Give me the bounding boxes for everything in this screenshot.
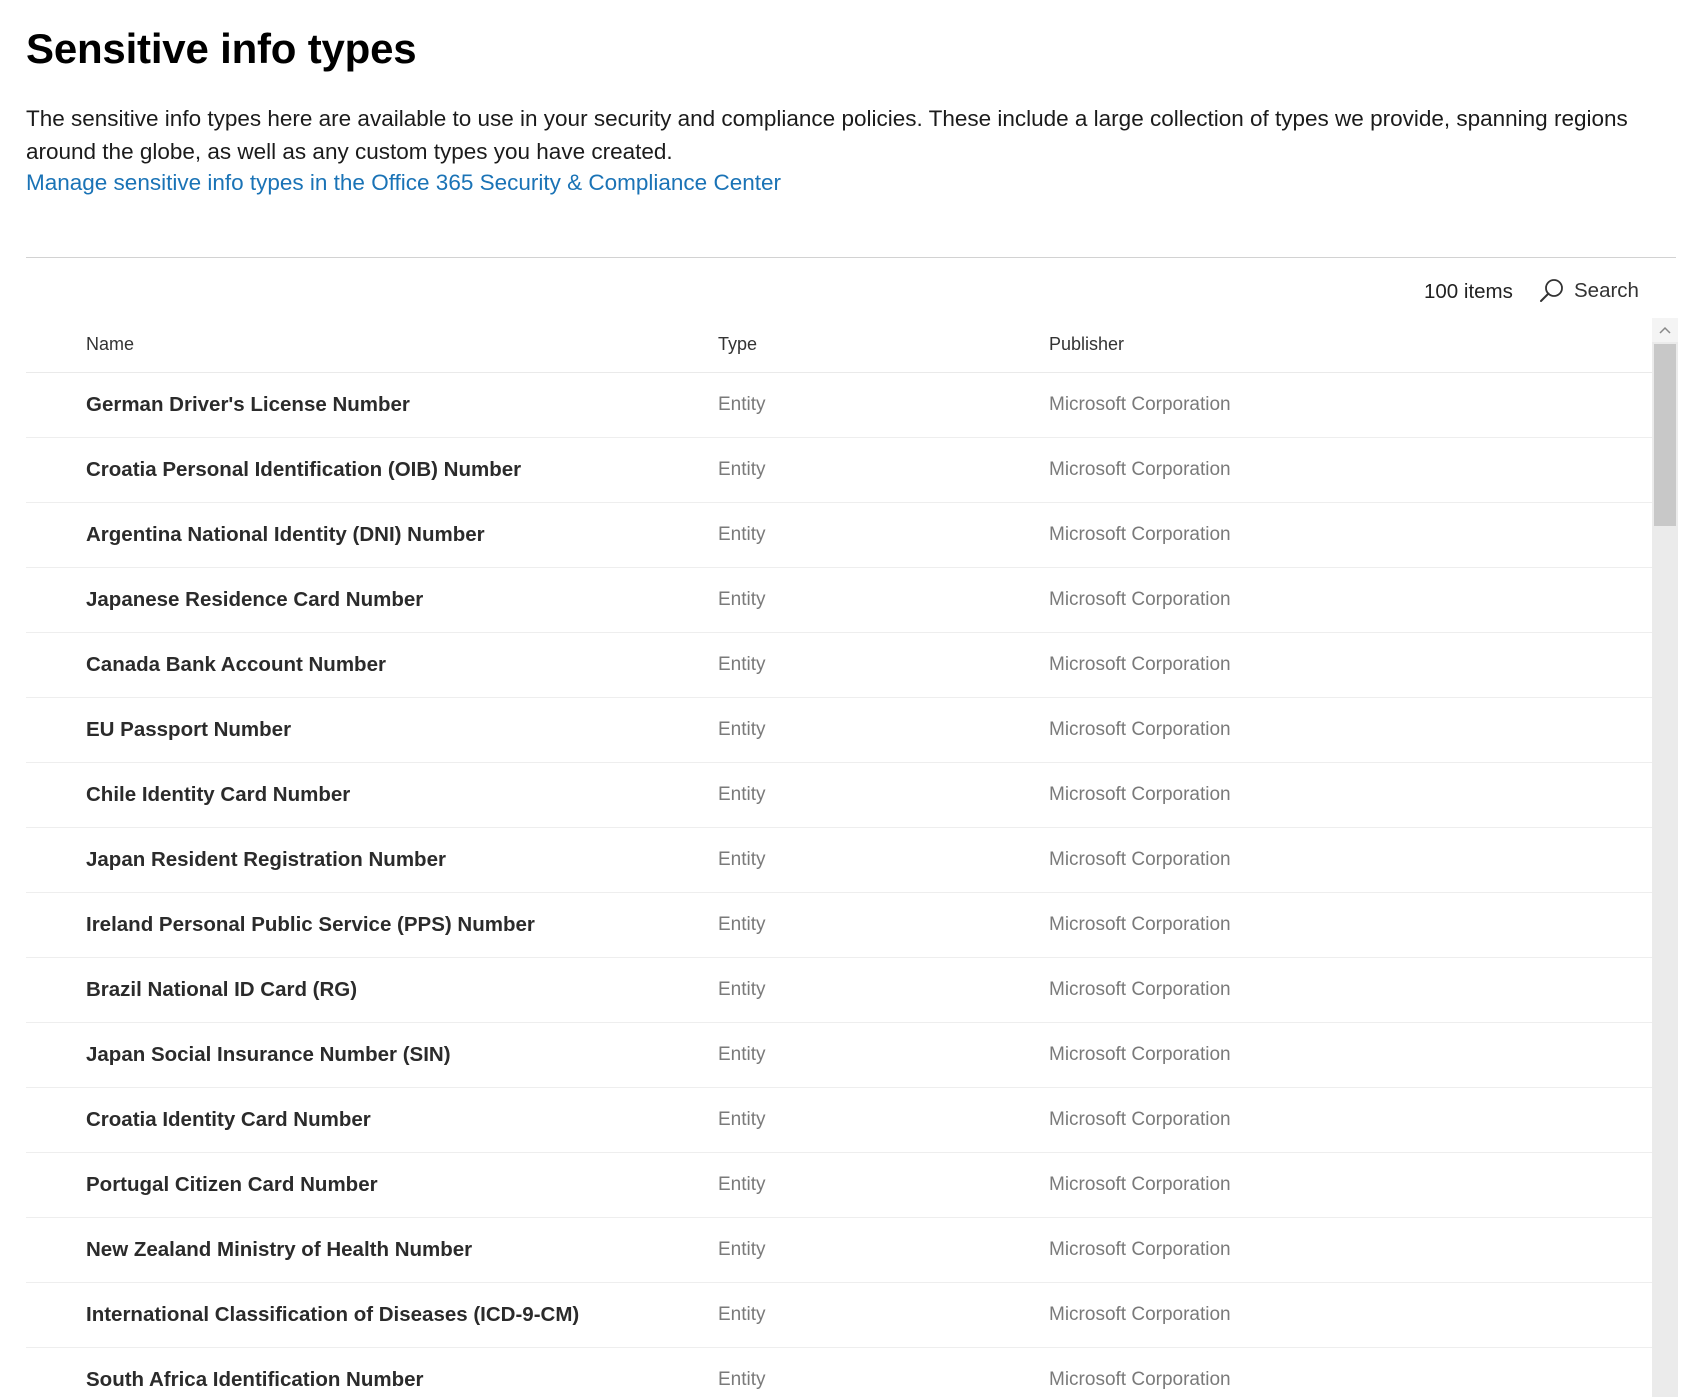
row-publisher-cell: Microsoft Corporation	[1049, 1304, 1231, 1325]
table-row[interactable]: Japan Resident Registration Number Entity…	[26, 828, 1652, 893]
table-row[interactable]: Canada Bank Account Number Entity Microsof…	[26, 633, 1652, 698]
row-type-cell: Entity	[718, 459, 766, 480]
row-type-cell: Entity	[718, 524, 766, 545]
table-row[interactable]: Japanese Residence Card Number Entity Micr…	[26, 568, 1652, 633]
search-label: Search	[1574, 279, 1639, 302]
row-type-cell: Entity	[718, 1369, 766, 1390]
table-row[interactable]: New Zealand Ministry of Health Number Ent…	[26, 1218, 1652, 1283]
sensitive-info-types-page: Sensitive info types The sensitive info …	[0, 0, 1694, 1397]
row-publisher-cell: Microsoft Corporation	[1049, 1239, 1231, 1260]
section-divider	[26, 257, 1676, 258]
row-type-cell: Entity	[718, 1109, 766, 1130]
row-publisher-cell: Microsoft Corporation	[1049, 394, 1231, 415]
row-name-cell: Croatia Identity Card Number	[86, 1108, 371, 1131]
table-row[interactable]: German Driver's License Number Entity Micr…	[26, 373, 1652, 438]
row-name-cell: Brazil National ID Card (RG)	[86, 978, 358, 1001]
column-header-type[interactable]: Type	[718, 334, 757, 355]
table-row[interactable]: Croatia Identity Card Number Entity Micros…	[26, 1088, 1652, 1153]
row-type-cell: Entity	[718, 1044, 766, 1065]
table-row[interactable]: EU Passport Number Entity Microsoft Corpor…	[26, 698, 1652, 763]
row-name-cell: Japanese Residence Card Number	[86, 588, 424, 611]
row-type-cell: Entity	[718, 914, 766, 935]
search-button[interactable]: Search	[1538, 274, 1639, 308]
column-header-publisher[interactable]: Publisher	[1049, 334, 1124, 355]
row-type-cell: Entity	[718, 394, 766, 415]
page-description: The sensitive info types here are availa…	[26, 106, 1628, 164]
row-publisher-cell: Microsoft Corporation	[1049, 784, 1231, 805]
row-name-cell: Canada Bank Account Number	[86, 653, 386, 676]
table-row[interactable]: International Classification of Diseases…	[26, 1283, 1652, 1348]
row-name-cell: New Zealand Ministry of Health Number	[86, 1238, 473, 1261]
row-publisher-cell: Microsoft Corporation	[1049, 1369, 1231, 1390]
table-header: Name Type Publisher	[26, 320, 1652, 373]
row-publisher-cell: Microsoft Corporation	[1049, 524, 1231, 545]
row-name-cell: Chile Identity Card Number	[86, 783, 351, 806]
row-name-cell: Argentina National Identity (DNI) Number	[86, 523, 485, 546]
row-publisher-cell: Microsoft Corporation	[1049, 1044, 1231, 1065]
row-type-cell: Entity	[718, 1239, 766, 1260]
table-row[interactable]: Chile Identity Card Number Entity Microsof…	[26, 763, 1652, 828]
row-publisher-cell: Microsoft Corporation	[1049, 849, 1231, 870]
row-type-cell: Entity	[718, 1304, 766, 1325]
row-name-cell: South Africa Identification Number	[86, 1368, 424, 1391]
row-publisher-cell: Microsoft Corporation	[1049, 589, 1231, 610]
row-type-cell: Entity	[718, 589, 766, 610]
row-publisher-cell: Microsoft Corporation	[1049, 1174, 1231, 1195]
table-row[interactable]: Argentina National Identity (DNI) Number…	[26, 503, 1652, 568]
row-publisher-cell: Microsoft Corporation	[1049, 979, 1231, 1000]
sensitive-info-types-table: Name Type Publisher German Driver's Lice…	[26, 320, 1652, 1397]
row-name-cell: Croatia Personal Identification (OIB) Nu…	[86, 458, 522, 481]
column-header-name[interactable]: Name	[86, 334, 134, 355]
table-row[interactable]: Ireland Personal Public Service (PPS) Nu…	[26, 893, 1652, 958]
row-type-cell: Entity	[718, 654, 766, 675]
table-row[interactable]: Brazil National ID Card (RG) Entity Micros…	[26, 958, 1652, 1023]
table-row[interactable]: Portugal Citizen Card Number Entity Micros…	[26, 1153, 1652, 1218]
page-title: Sensitive info types	[26, 25, 417, 72]
row-publisher-cell: Microsoft Corporation	[1049, 914, 1231, 935]
row-type-cell: Entity	[718, 1174, 766, 1195]
manage-sensitive-info-types-link[interactable]: Manage sensitive info types in the Offic…	[26, 166, 781, 199]
row-name-cell: German Driver's License Number	[86, 393, 410, 416]
search-icon	[1538, 277, 1566, 305]
row-name-cell: Portugal Citizen Card Number	[86, 1173, 378, 1196]
row-type-cell: Entity	[718, 719, 766, 740]
row-publisher-cell: Microsoft Corporation	[1049, 1109, 1231, 1130]
scroll-up-arrow-icon[interactable]	[1652, 318, 1678, 342]
row-publisher-cell: Microsoft Corporation	[1049, 654, 1231, 675]
row-publisher-cell: Microsoft Corporation	[1049, 459, 1231, 480]
row-name-cell: Japan Resident Registration Number	[86, 848, 446, 871]
table-row[interactable]: South Africa Identification Number Entity…	[26, 1348, 1652, 1397]
row-name-cell: Ireland Personal Public Service (PPS) Nu…	[86, 913, 535, 936]
table-row[interactable]: Croatia Personal Identification (OIB) Nu…	[26, 438, 1652, 503]
row-type-cell: Entity	[718, 849, 766, 870]
row-publisher-cell: Microsoft Corporation	[1049, 719, 1231, 740]
row-type-cell: Entity	[718, 979, 766, 1000]
table-body: German Driver's License Number Entity Micr…	[26, 373, 1652, 1397]
vertical-scrollbar[interactable]	[1652, 318, 1678, 1397]
row-name-cell: EU Passport Number	[86, 718, 292, 741]
row-type-cell: Entity	[718, 784, 766, 805]
scrollbar-thumb[interactable]	[1654, 344, 1676, 526]
row-name-cell: International Classification of Diseases…	[86, 1303, 580, 1326]
item-count: 100 items	[1424, 280, 1513, 303]
table-row[interactable]: Japan Social Insurance Number (SIN) Entit…	[26, 1023, 1652, 1088]
row-name-cell: Japan Social Insurance Number (SIN)	[86, 1043, 451, 1066]
